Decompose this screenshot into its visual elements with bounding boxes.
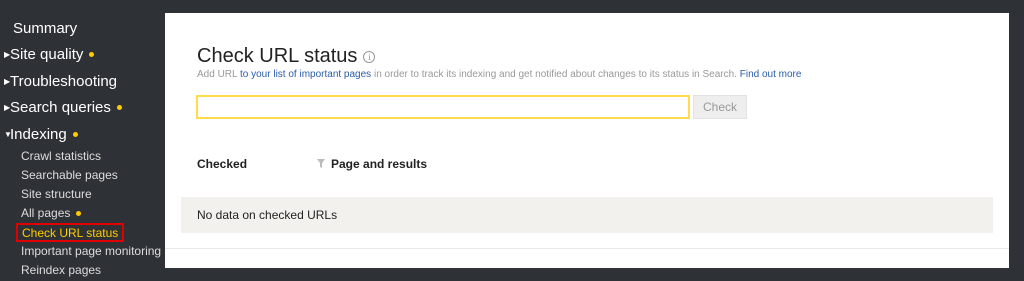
- sidebar-item-label: Searchable pages: [21, 168, 118, 182]
- sidebar-item-label: Site structure: [21, 187, 92, 201]
- nav-search-queries[interactable]: ▶ Search queries: [0, 97, 122, 117]
- sidebar-item-label: Important page monitoring: [21, 244, 162, 258]
- notification-dot-icon: [116, 104, 122, 110]
- empty-state-message: No data on checked URLs: [197, 208, 338, 222]
- page-description: Add URL to your list of important pages …: [197, 69, 801, 80]
- triangle-down-icon: ▼: [4, 129, 12, 139]
- page-title-row: Check URL status i: [197, 45, 376, 68]
- nav-indexing[interactable]: ▼ Indexing: [0, 124, 78, 144]
- triangle-right-icon: ▶: [4, 102, 11, 112]
- nav-summary-label: Summary: [13, 19, 78, 37]
- check-button[interactable]: Check: [693, 95, 747, 119]
- nav-summary[interactable]: Summary: [13, 18, 77, 38]
- nav-troubleshooting[interactable]: ▶ Troubleshooting: [0, 71, 117, 91]
- sidebar-item-reindex-pages[interactable]: Reindex pages: [21, 262, 101, 278]
- sidebar-item-searchable-pages[interactable]: Searchable pages: [21, 167, 118, 183]
- url-input[interactable]: [196, 95, 690, 119]
- sidebar-item-crawl-statistics[interactable]: Crawl statistics: [21, 148, 101, 164]
- nav-site-quality-label: Site quality: [10, 45, 84, 63]
- triangle-right-icon: ▶: [4, 49, 11, 59]
- sidebar-item-label: Crawl statistics: [21, 149, 102, 163]
- description-prefix: Add URL: [197, 69, 238, 80]
- sidebar-item-label: All pages: [21, 206, 71, 220]
- nav-search-queries-label: Search queries: [10, 98, 111, 116]
- sidebar-item-label: Check URL status: [22, 225, 119, 240]
- main-panel: Check URL status i Add URL to your list …: [165, 13, 1009, 268]
- nav-indexing-label: Indexing: [10, 125, 67, 143]
- sidebar-item-all-pages[interactable]: All pages: [21, 205, 82, 221]
- divider: [165, 248, 1009, 249]
- sidebar-item-check-url-status[interactable]: Check URL status: [16, 223, 125, 242]
- sidebar-item-site-structure[interactable]: Site structure: [21, 186, 92, 202]
- nav-troubleshooting-label: Troubleshooting: [10, 72, 118, 90]
- nav-site-quality[interactable]: ▶ Site quality: [0, 44, 95, 64]
- triangle-right-icon: ▶: [4, 76, 11, 86]
- column-header-page-results[interactable]: Page and results: [331, 157, 427, 171]
- find-out-more-link[interactable]: Find out more: [740, 69, 802, 80]
- notification-dot-icon: [72, 131, 78, 137]
- column-header-checked[interactable]: Checked: [197, 157, 247, 171]
- info-icon[interactable]: i: [363, 50, 376, 63]
- sidebar-item-important-page-monitoring[interactable]: Important page monitoring: [21, 243, 161, 259]
- sidebar: Summary ▶ Site quality ▶ Troubleshooting…: [0, 0, 165, 281]
- notification-dot-icon: [76, 210, 82, 216]
- page-title: Check URL status: [197, 45, 358, 67]
- empty-state-row: No data on checked URLs: [181, 197, 993, 233]
- sidebar-item-label: Reindex pages: [21, 263, 102, 277]
- important-pages-link[interactable]: to your list of important pages: [240, 69, 371, 80]
- description-text: in order to track its indexing and get n…: [373, 69, 737, 80]
- notification-dot-icon: [89, 51, 95, 57]
- filter-icon[interactable]: [317, 159, 325, 168]
